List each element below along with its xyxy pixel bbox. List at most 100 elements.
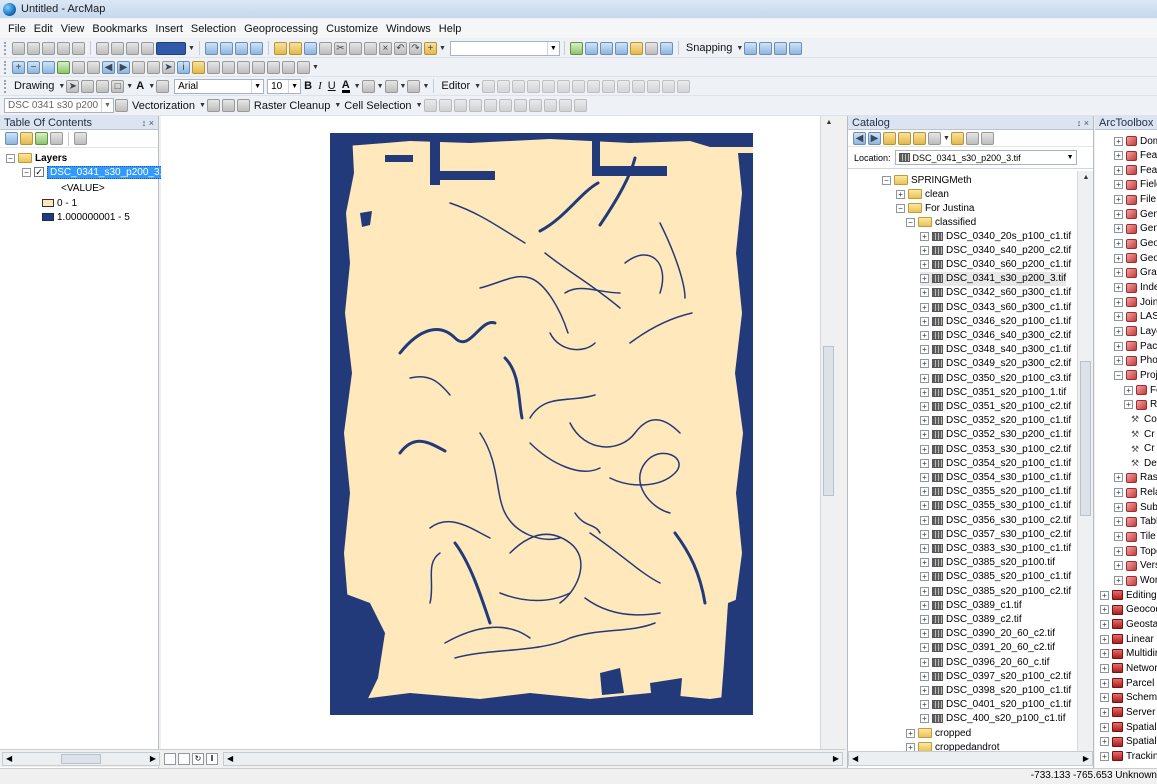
zoom-to-selected-icon[interactable] — [96, 79, 110, 93]
expand-icon[interactable]: + — [920, 515, 929, 525]
pin-close-icon[interactable]: ↕ × — [1077, 118, 1089, 128]
expand-icon[interactable]: + — [1114, 151, 1123, 161]
raster-tool-icon[interactable] — [498, 99, 512, 112]
dropdown-arrow-icon[interactable]: ▼ — [126, 83, 133, 90]
map-horizontal-scrollbar[interactable]: ◀ ▶ — [223, 751, 843, 766]
legend-class-row[interactable]: 0 - 1 — [42, 196, 77, 210]
raster-file-row[interactable]: + DSC_0389_c1.tif — [920, 598, 1022, 612]
options-icon[interactable] — [74, 132, 87, 145]
expand-icon[interactable]: + — [920, 430, 929, 440]
expand-icon[interactable]: + — [920, 316, 929, 326]
dropdown-arrow-icon[interactable]: ▼ — [58, 83, 65, 90]
bold-button[interactable]: B — [304, 80, 312, 92]
collapse-icon[interactable]: − — [882, 175, 891, 185]
raster-tool-icon[interactable] — [438, 99, 452, 112]
chevron-down-icon[interactable]: ▼ — [251, 79, 263, 93]
expand-icon[interactable]: + — [1114, 209, 1123, 219]
refresh-view-button[interactable]: ↻ — [192, 752, 204, 765]
tool-icon[interactable] — [141, 41, 154, 55]
drawing-menu[interactable]: Drawing — [14, 80, 54, 92]
raster-file-row[interactable]: + DSC_0352_s20_p100_c1.tif — [920, 414, 1071, 428]
expand-icon[interactable]: + — [920, 231, 929, 241]
toolset-row[interactable]: + Dom — [1114, 134, 1157, 148]
expand-icon[interactable]: + — [920, 657, 929, 667]
expand-icon[interactable]: + — [1100, 693, 1109, 703]
expand-icon[interactable]: + — [920, 543, 929, 553]
dropdown-arrow-icon[interactable]: ▼ — [188, 45, 195, 52]
options-icon[interactable] — [980, 131, 994, 145]
zoom-in-icon[interactable]: + — [12, 60, 25, 74]
find-icon[interactable] — [237, 60, 250, 74]
collapse-icon[interactable]: − — [906, 217, 915, 227]
expand-icon[interactable]: + — [1100, 678, 1109, 688]
raster-file-row[interactable]: + DSC_0346_s20_p100_c1.tif — [920, 314, 1071, 328]
expand-icon[interactable]: + — [920, 629, 929, 639]
raster-file-row[interactable]: + DSC_0340_s60_p200_c1.tif — [920, 257, 1071, 271]
list-by-source-icon[interactable] — [20, 132, 33, 145]
toolbox-row[interactable]: + Spatial S — [1100, 735, 1157, 749]
scroll-thumb[interactable] — [823, 346, 834, 496]
dropdown-arrow-icon[interactable]: ▼ — [312, 64, 319, 71]
expand-icon[interactable]: + — [920, 444, 929, 454]
layer-row[interactable]: − ✓ DSC_0341_s30_p200_3.tif — [22, 165, 174, 179]
expand-icon[interactable]: + — [920, 600, 929, 610]
expand-icon[interactable]: + — [1114, 297, 1123, 307]
pin-close-icon[interactable]: ↕ × — [142, 118, 154, 128]
measure-icon[interactable] — [222, 60, 235, 74]
raster-file-row[interactable]: + DSC_0355_s30_p100_c1.tif — [920, 499, 1071, 513]
delete-icon[interactable]: × — [378, 41, 392, 55]
toggle-contents-icon[interactable] — [950, 131, 964, 145]
redo-icon[interactable]: ↷ — [408, 41, 422, 55]
folder-row[interactable]: + clean — [896, 187, 949, 201]
toolset-row[interactable]: + Work — [1114, 574, 1157, 588]
toolbar-grip[interactable] — [4, 41, 8, 55]
expand-icon[interactable]: + — [1114, 312, 1123, 322]
expand-icon[interactable]: + — [1100, 663, 1109, 673]
folder-row[interactable]: + cropped — [906, 726, 971, 740]
toolbox-row[interactable]: + Geocod — [1100, 603, 1157, 617]
menu-geoprocessing[interactable]: Geoprocessing — [240, 23, 322, 35]
tool-icon[interactable] — [42, 41, 55, 55]
raster-file-row[interactable]: + DSC_0398_s20_p100_c1.tif — [920, 683, 1071, 697]
toolset-row[interactable]: + Featu — [1114, 163, 1157, 177]
expand-icon[interactable]: + — [896, 189, 905, 199]
expand-icon[interactable]: + — [920, 700, 929, 710]
raster-file-row[interactable]: + DSC_0354_s30_p100_c1.tif — [920, 470, 1071, 484]
editor-menu[interactable]: Editor — [441, 80, 470, 92]
toolset-row[interactable]: + Subty — [1114, 500, 1157, 514]
toolset-row[interactable]: + Raste — [1114, 471, 1157, 485]
find-route-icon[interactable] — [252, 60, 265, 74]
raster-file-row[interactable]: + DSC_0383_s30_p100_c1.tif — [920, 541, 1071, 555]
toc-horizontal-scrollbar[interactable]: ◀ ▶ — [2, 751, 160, 766]
marker-color-icon[interactable] — [407, 79, 421, 93]
raster-file-row[interactable]: + DSC_0351_s20_p100_c2.tif — [920, 399, 1071, 413]
forward-icon[interactable]: ▶ — [117, 60, 130, 74]
expand-icon[interactable]: + — [1100, 590, 1109, 600]
toolbar-grip[interactable] — [4, 60, 8, 74]
tool-icon[interactable] — [204, 41, 218, 55]
expand-icon[interactable]: + — [920, 401, 929, 411]
expand-icon[interactable]: + — [1114, 561, 1123, 571]
raster-tool-icon[interactable] — [513, 99, 527, 112]
folder-row[interactable]: + croppedandrot — [906, 740, 1000, 751]
collapse-icon[interactable]: − — [896, 203, 905, 213]
expand-icon[interactable]: + — [1114, 283, 1123, 292]
dropdown-arrow-icon[interactable]: ▼ — [199, 102, 206, 109]
toolbox-row[interactable]: + Editing — [1100, 588, 1157, 602]
scroll-left-icon[interactable]: ◀ — [6, 754, 12, 763]
menu-help[interactable]: Help — [435, 23, 466, 35]
time-slider-icon[interactable] — [282, 60, 295, 74]
toolset-row[interactable]: + Gene — [1114, 222, 1157, 236]
toolbox-row[interactable]: + Server T — [1100, 705, 1157, 719]
chevron-down-icon[interactable]: ▼ — [546, 41, 559, 55]
toolset-row[interactable]: + Versi — [1114, 559, 1157, 573]
back-icon[interactable]: ◀ — [853, 131, 866, 145]
expand-icon[interactable]: + — [1114, 341, 1123, 351]
tool-icon[interactable] — [12, 41, 25, 55]
tool-icon[interactable] — [234, 41, 248, 55]
expand-icon[interactable]: + — [1114, 224, 1123, 234]
clear-selection-icon[interactable] — [147, 60, 160, 74]
snapping-menu[interactable]: Snapping — [686, 42, 733, 54]
underline-button[interactable]: U — [328, 80, 336, 92]
chevron-down-icon[interactable]: ▼ — [101, 99, 113, 112]
